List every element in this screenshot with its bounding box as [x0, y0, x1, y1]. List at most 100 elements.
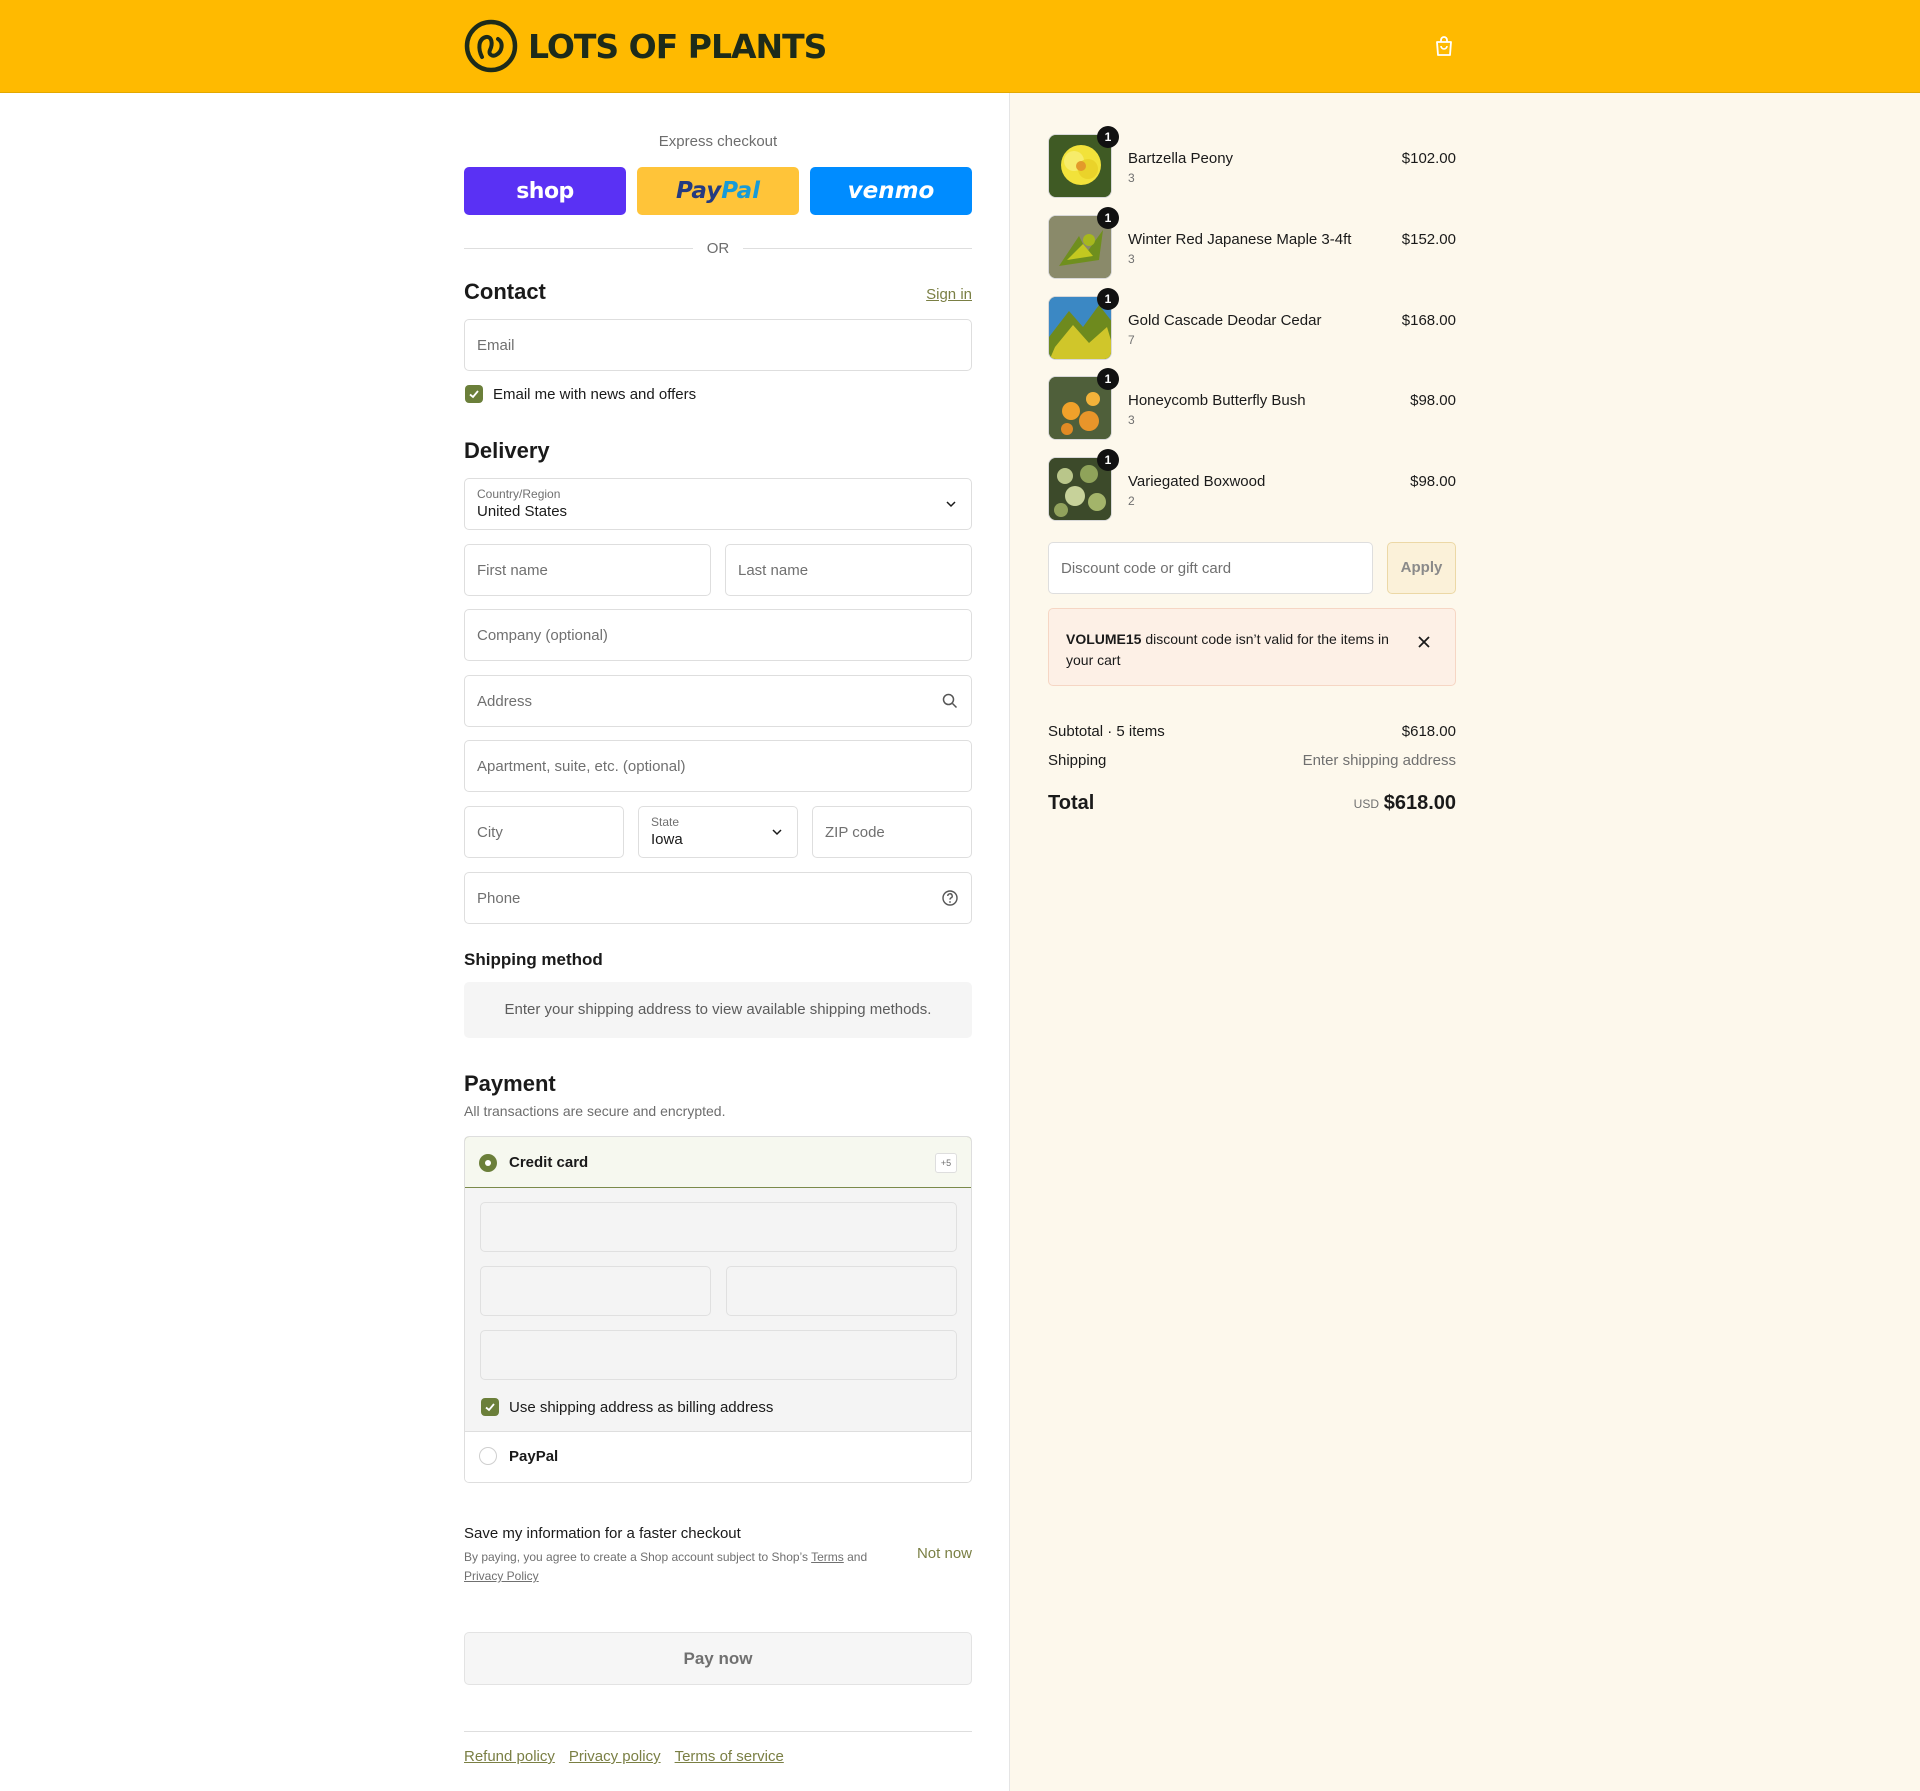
apply-discount-button[interactable]: Apply: [1387, 542, 1456, 594]
item-price: $152.00: [1401, 231, 1456, 248]
item-name: Honeycomb Butterfly Bush: [1128, 392, 1306, 409]
shop-pay-button[interactable]: shop: [464, 167, 626, 215]
item-price: $168.00: [1401, 312, 1456, 329]
chevron-down-icon: [772, 829, 782, 836]
item-price: $102.00: [1401, 150, 1456, 167]
credit-card-radio[interactable]: [479, 1154, 497, 1172]
item-variant: 3: [1128, 252, 1135, 266]
zip-field[interactable]: ZIP code: [812, 806, 972, 858]
discount-error-alert: VOLUME15 discount code isn’t valid for t…: [1048, 608, 1456, 686]
save-info-block: Save my information for a faster checkou…: [464, 1525, 972, 1586]
country-label: Country/Region: [477, 487, 561, 501]
billing-label: Use shipping address as billing address: [509, 1398, 774, 1416]
sign-in-link[interactable]: Sign in: [926, 286, 972, 303]
item-name: Winter Red Japanese Maple 3-4ft: [1128, 231, 1352, 248]
company-field[interactable]: Company (optional): [464, 609, 972, 661]
venmo-button[interactable]: venmo: [810, 167, 972, 215]
item-quantity-badge: 1: [1097, 449, 1119, 471]
card-name-field[interactable]: [480, 1330, 957, 1380]
logo-mark-icon: [464, 19, 518, 73]
search-icon: [942, 693, 958, 709]
contact-title: Contact: [464, 279, 546, 304]
paypal-label: PayPal: [509, 1448, 559, 1465]
state-label: State: [651, 815, 680, 829]
card-expiry-field[interactable]: [480, 1266, 711, 1316]
apartment-field[interactable]: Apartment, suite, etc. (optional): [464, 740, 972, 792]
cart-item: 1 Bartzella Peony 3 $102.00: [1048, 126, 1456, 198]
card-number-field[interactable]: [480, 1202, 957, 1252]
cart-item: 1 Gold Cascade Deodar Cedar 7 $168.00: [1048, 288, 1456, 360]
total-value: $618.00: [1383, 792, 1456, 814]
paypal-express-button[interactable]: Pay Pal: [637, 167, 799, 215]
discount-error-text: VOLUME15 discount code isn’t valid for t…: [1066, 629, 1401, 671]
discount-code-field[interactable]: Discount code or gift card: [1048, 542, 1373, 594]
paypal-option[interactable]: PayPal: [465, 1432, 971, 1482]
credit-card-option[interactable]: Credit card +5: [465, 1137, 971, 1188]
divider-line: [464, 247, 693, 249]
total-label: Total: [1048, 792, 1095, 814]
item-quantity-badge: 1: [1097, 368, 1119, 390]
site-header: LOTS OF PLANTS: [0, 0, 1920, 93]
discount-placeholder: Discount code or gift card: [1061, 560, 1232, 577]
news-checkbox-row[interactable]: Email me with news and offers: [465, 385, 696, 403]
first-name-placeholder: First name: [477, 562, 548, 579]
item-variant: 7: [1128, 333, 1135, 347]
shipping-notice: Enter your shipping address to view avai…: [464, 982, 972, 1038]
terms-link[interactable]: Terms: [811, 1550, 844, 1564]
chevron-down-icon: [946, 501, 956, 508]
country-select[interactable]: Country/Region United States: [464, 478, 972, 530]
refund-policy-link[interactable]: Refund policy: [464, 1748, 555, 1765]
or-label: OR: [706, 239, 730, 257]
cart-item: 1 Honeycomb Butterfly Bush 3 $98.00: [1048, 368, 1456, 440]
paypal-radio[interactable]: [479, 1447, 497, 1465]
email-field[interactable]: Email: [464, 319, 972, 371]
city-field[interactable]: City: [464, 806, 624, 858]
terms-text-b: and: [843, 1550, 868, 1564]
phone-field[interactable]: Phone: [464, 872, 972, 924]
subtotal-value: $618.00: [1401, 723, 1456, 740]
city-placeholder: City: [477, 824, 503, 841]
total-row: Total USD $618.00: [1048, 790, 1456, 814]
delivery-title: Delivery: [464, 438, 550, 463]
check-icon: [485, 1403, 495, 1412]
billing-checkbox-row[interactable]: Use shipping address as billing address: [481, 1398, 773, 1416]
divider-line: [743, 247, 972, 249]
address-field[interactable]: Address: [464, 675, 972, 727]
express-wallets: shop Pay Pal venmo: [464, 167, 972, 215]
shipping-method-title: Shipping method: [464, 950, 603, 969]
help-circle-icon[interactable]: [941, 889, 959, 907]
item-name: Gold Cascade Deodar Cedar: [1128, 312, 1322, 329]
item-variant: 3: [1128, 171, 1135, 185]
venmo-label: venmo: [847, 178, 935, 204]
or-divider: OR: [464, 238, 972, 258]
brand-logo[interactable]: LOTS OF PLANTS: [464, 19, 827, 73]
item-quantity-badge: 1: [1097, 126, 1119, 148]
card-fields: Use shipping address as billing address: [465, 1188, 971, 1432]
card-cvc-field[interactable]: [726, 1266, 957, 1316]
pay-now-button[interactable]: Pay now: [464, 1632, 972, 1685]
cart-bag-icon[interactable]: [1432, 34, 1456, 58]
first-name-field[interactable]: First name: [464, 544, 711, 596]
news-label: Email me with news and offers: [493, 385, 697, 403]
more-cards-badge: +5: [935, 1153, 957, 1173]
billing-checkbox[interactable]: [481, 1398, 499, 1416]
zip-placeholder: ZIP code: [825, 824, 885, 841]
news-checkbox[interactable]: [465, 385, 483, 403]
email-placeholder: Email: [477, 337, 515, 354]
item-variant: 3: [1128, 413, 1135, 427]
paypal-label-a: Pay: [676, 178, 722, 204]
last-name-placeholder: Last name: [738, 562, 809, 579]
shipping-label: Shipping: [1048, 752, 1107, 769]
save-info-title: Save my information for a faster checkou…: [464, 1525, 741, 1542]
paypal-label-b: Pal: [721, 178, 760, 204]
check-icon: [469, 390, 479, 399]
privacy-policy-footer-link[interactable]: Privacy policy: [569, 1748, 661, 1765]
close-icon[interactable]: [1417, 635, 1431, 649]
express-checkout-title: Express checkout: [658, 133, 778, 150]
not-now-button[interactable]: Not now: [917, 1545, 972, 1562]
shipping-value: Enter shipping address: [1302, 752, 1456, 769]
state-select[interactable]: State Iowa: [638, 806, 798, 858]
last-name-field[interactable]: Last name: [725, 544, 972, 596]
privacy-policy-link[interactable]: Privacy Policy: [464, 1569, 539, 1583]
terms-of-service-link[interactable]: Terms of service: [675, 1748, 784, 1765]
